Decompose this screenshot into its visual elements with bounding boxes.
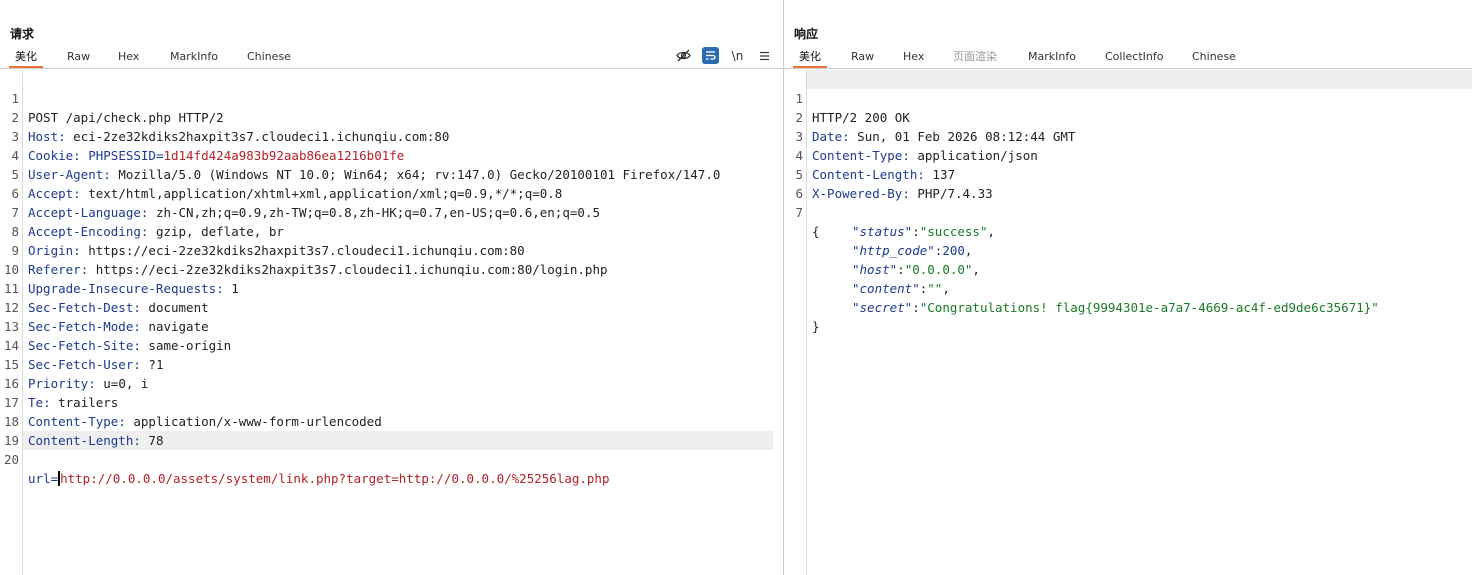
json-row: "secret":"Congratulations! flag{9994301e… (852, 300, 1379, 315)
json-row: "host":"0.0.0.0", (852, 262, 980, 277)
request-line-19: 19 (0, 412, 783, 448)
eye-off-icon (676, 49, 691, 62)
request-line-8: 8 Origin: https://eci-2ze32kdiks2haxpit3… (0, 203, 783, 258)
word-wrap-button[interactable] (702, 47, 719, 64)
request-tabs: 美化 Raw Hex MarkInfo Chinese (0, 48, 783, 69)
body-param-value: http://0.0.0.0/assets/system/link.php?ta… (60, 471, 610, 486)
request-line-14: 14 Sec-Fetch-User: ?1 (0, 317, 783, 372)
request-line-17: 17 Content-Type: application/x-www-form-… (0, 374, 783, 429)
tab-chinese[interactable]: Chinese (1192, 48, 1236, 67)
show-newlines-button[interactable]: \n (729, 47, 746, 64)
response-line-4: 4 Content-Length: 137 (784, 127, 1472, 182)
request-line-15: 15 Priority: u=0, i (0, 336, 783, 391)
request-line-7: 7 Accept-Encoding: gzip, deflate, br (0, 184, 783, 239)
request-line-16: 16 Te: trailers (0, 355, 783, 410)
tab-pretty[interactable]: 美化 (793, 48, 827, 68)
request-line-18: 18 Content-Length: 78 (0, 393, 783, 448)
request-line-13: 13 Sec-Fetch-Site: same-origin (0, 298, 783, 353)
json-close-row: } (784, 298, 1472, 334)
response-line-3: 3 Content-Type: application/json (784, 108, 1472, 163)
request-editor[interactable]: 1 POST /api/check.php HTTP/2 2 Host: eci… (0, 70, 783, 575)
wrap-icon (706, 51, 716, 60)
body-param-name: url (28, 471, 51, 486)
tab-render[interactable]: 页面渲染 (953, 48, 997, 67)
tab-markinfo[interactable]: MarkInfo (170, 48, 218, 67)
request-line-10: 10 Upgrade-Insecure-Requests: 1 (0, 241, 783, 296)
tab-hex[interactable]: Hex (118, 48, 139, 67)
tab-markinfo[interactable]: MarkInfo (1028, 48, 1076, 67)
json-row: "http_code":200, (852, 243, 973, 258)
menu-button[interactable] (756, 47, 773, 64)
tab-chinese[interactable]: Chinese (247, 48, 291, 67)
response-editor[interactable]: 1 HTTP/2 200 OK 2 Date: Sun, 01 Feb 2026… (784, 70, 1472, 575)
tab-raw[interactable]: Raw (67, 48, 90, 67)
json-close-brace: } (812, 319, 820, 334)
request-line-6: 6 Accept-Language: zh-CN,zh;q=0.9,zh-TW;… (0, 165, 783, 220)
request-line-5: 5 Accept: text/html,application/xhtml+xm… (0, 146, 783, 201)
request-line-4: 4 User-Agent: Mozilla/5.0 (Windows NT 10… (0, 127, 783, 182)
request-title: 请求 (10, 27, 35, 41)
request-line-1: 1 POST /api/check.php HTTP/2 (0, 70, 783, 125)
response-line-5: 5 X-Powered-By: PHP/7.4.33 (784, 146, 1472, 201)
request-pane: 请求 美化 Raw Hex MarkInfo Chinese \n 1 POST… (0, 0, 783, 575)
request-line-12: 12 Sec-Fetch-Mode: navigate (0, 279, 783, 334)
request-line-11: 11 Sec-Fetch-Dest: document (0, 260, 783, 315)
response-line-7: 7 { (784, 184, 1472, 239)
response-line-6: 6 (784, 165, 1472, 201)
request-line-9: 9 Referer: https://eci-2ze32kdiks2haxpit… (0, 222, 783, 277)
tab-collectinfo[interactable]: CollectInfo (1105, 48, 1163, 67)
json-row: "content":"", (852, 281, 950, 296)
response-title: 响应 (794, 27, 819, 41)
response-tabs: 美化 Raw Hex 页面渲染 MarkInfo CollectInfo Chi… (784, 48, 1472, 69)
json-row: "status":"success", (852, 224, 996, 239)
tab-hex[interactable]: Hex (903, 48, 924, 67)
tab-raw[interactable]: Raw (851, 48, 874, 67)
menu-icon (760, 51, 769, 60)
response-line-2: 2 Date: Sun, 01 Feb 2026 08:12:44 GMT (784, 89, 1472, 144)
tab-pretty[interactable]: 美化 (9, 48, 43, 68)
hide-nonprintable-button[interactable] (675, 47, 692, 64)
line-number: 20 (3, 452, 19, 467)
response-pane: 响应 美化 Raw Hex 页面渲染 MarkInfo CollectInfo … (784, 0, 1472, 575)
response-line-1: 1 HTTP/2 200 OK (784, 70, 1472, 125)
request-line-20: 20 url= http://0.0.0.0/assets/system/link… (0, 431, 783, 486)
request-line-3: 3 Cookie: PHPSESSID=1d14fd424a983b92aab8… (0, 108, 783, 163)
request-line-2: 2 Host: eci-2ze32kdiks2haxpit3s7.cloudec… (0, 89, 783, 144)
